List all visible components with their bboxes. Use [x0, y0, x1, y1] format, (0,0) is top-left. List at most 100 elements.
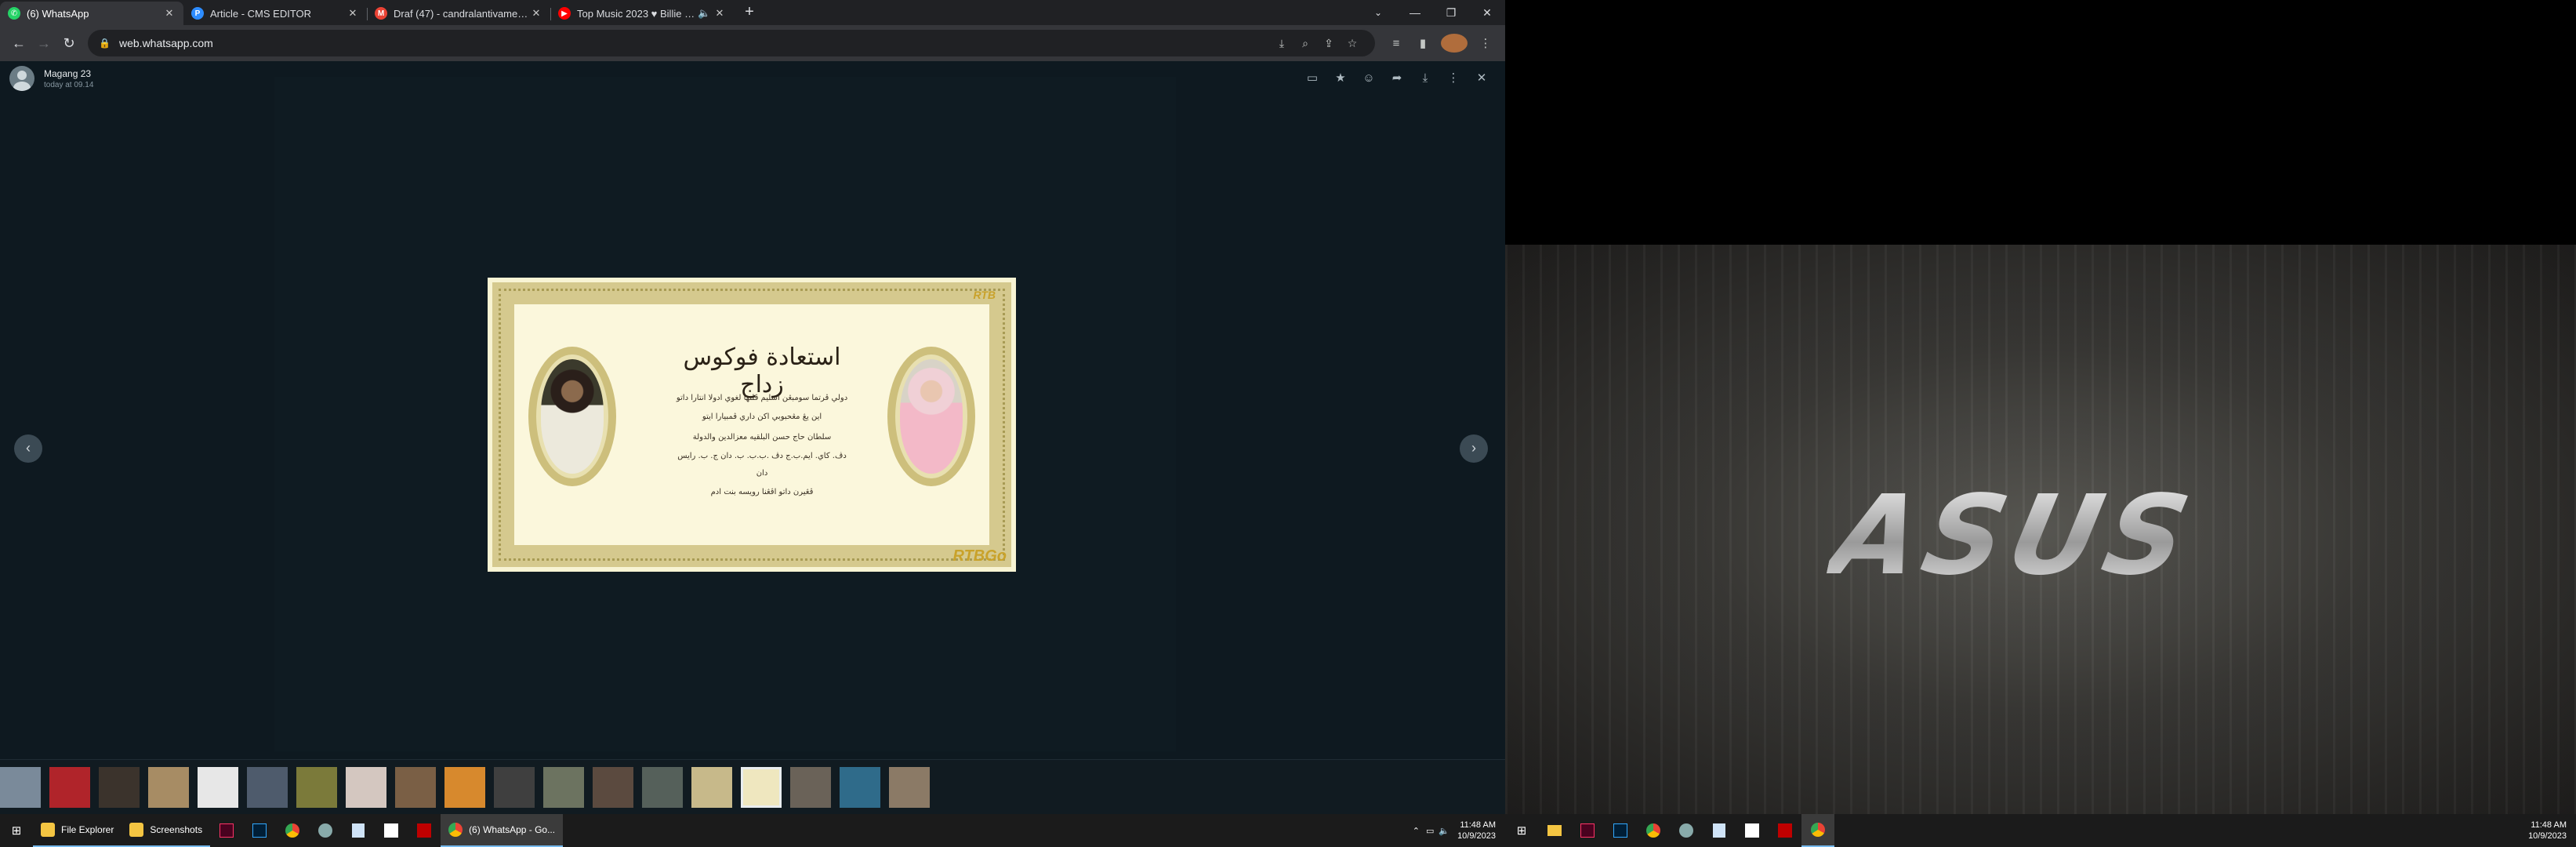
filezilla-icon[interactable] — [1769, 814, 1801, 847]
media-thumbnail[interactable] — [99, 766, 140, 808]
app-icon[interactable] — [309, 814, 342, 847]
tab-youtube[interactable]: ▶ Top Music 2023 ♥ Billie Eilish 🔈 ✕ — [550, 2, 734, 25]
tab-title: (6) WhatsApp — [27, 7, 89, 20]
right-monitor: ASUS ⊞ 11:48 AM 10/9/2023 — [1505, 0, 2576, 847]
chrome-active-icon[interactable] — [1801, 814, 1834, 847]
chrome-icon[interactable] — [276, 814, 309, 847]
address-bar[interactable]: 🔒 web.whatsapp.com ⤓ ⌕ ⇪ ☆ — [88, 30, 1375, 56]
previous-media-button[interactable]: ‹ — [14, 434, 42, 463]
media-thumbnail[interactable] — [247, 766, 288, 808]
media-thumbnail[interactable] — [444, 766, 485, 808]
media-thumbnail[interactable] — [642, 766, 683, 808]
media-thumbnail[interactable] — [198, 766, 238, 808]
indesign-icon[interactable] — [210, 814, 243, 847]
download-icon[interactable]: ⤓ — [1411, 64, 1439, 93]
share-icon[interactable]: ⇪ — [1317, 37, 1341, 50]
acrobat-icon[interactable] — [375, 814, 408, 847]
rtb-watermark-top: RTB — [973, 289, 996, 301]
acrobat-icon[interactable] — [1736, 814, 1769, 847]
announcement-line: دولي ڤرتما سومبڠن اسليم ڤلتها لغوي ادولا… — [676, 394, 848, 402]
reload-icon[interactable]: ↻ — [56, 31, 82, 56]
notepad-icon[interactable] — [342, 814, 375, 847]
tab-title: Top Music 2023 ♥ Billie Eilish — [577, 7, 698, 20]
chrome-icon — [448, 823, 463, 837]
media-thumbnail-current[interactable] — [741, 766, 782, 808]
react-emoji-icon[interactable]: ☺ — [1355, 64, 1383, 93]
filezilla-icon[interactable] — [408, 814, 441, 847]
media-image[interactable]: استعادة فوكوس زداج دولي ڤرتما سومبڠن اسل… — [488, 278, 1016, 572]
tab-cms-editor[interactable]: P Article - CMS EDITOR ✕ — [183, 2, 368, 25]
windows-start-icon[interactable]: ⊞ — [1505, 814, 1538, 847]
media-thumbnail[interactable] — [889, 766, 930, 808]
volume-icon[interactable]: 🔈 — [1439, 826, 1449, 836]
folder-icon[interactable] — [1538, 814, 1571, 847]
forward-icon[interactable]: ➦ — [1383, 64, 1411, 93]
window-controls: — ❐ ✕ — [1397, 0, 1505, 25]
star-icon[interactable]: ★ — [1326, 64, 1355, 93]
indesign-icon[interactable] — [1571, 814, 1604, 847]
announcement-line: اين يڠ مڠحبوبي اكن داري ڤمبيارا ايتو — [702, 413, 822, 421]
windows-start-icon[interactable]: ⊞ — [0, 814, 33, 847]
taskbar-file-explorer[interactable]: File Explorer — [33, 814, 122, 847]
tab-title: Article - CMS EDITOR — [210, 7, 312, 20]
app-icon[interactable] — [1670, 814, 1703, 847]
close-window-icon[interactable]: ✕ — [1469, 0, 1505, 25]
media-thumbnail[interactable] — [395, 766, 436, 808]
back-icon[interactable]: ← — [6, 31, 31, 56]
clock[interactable]: 11:48 AM 10/9/2023 — [1457, 820, 1496, 842]
whatsapp-favicon-icon: ✆ — [8, 7, 20, 20]
photoshop-icon[interactable] — [1604, 814, 1637, 847]
network-icon[interactable]: ▭ — [1426, 826, 1434, 836]
media-thumbnail[interactable] — [543, 766, 584, 808]
menu-kebab-icon[interactable]: ⋮ — [1472, 36, 1499, 50]
next-media-button[interactable]: › — [1460, 434, 1488, 463]
close-viewer-icon[interactable]: ✕ — [1468, 64, 1496, 93]
media-thumbnail[interactable] — [494, 766, 535, 808]
media-thumbnail[interactable] — [148, 766, 189, 808]
more-options-icon[interactable]: ⋮ — [1439, 64, 1468, 93]
media-thumbnail[interactable] — [593, 766, 633, 808]
portrait-groom — [541, 359, 604, 474]
sender-avatar[interactable] — [9, 66, 34, 91]
minimize-icon[interactable]: — — [1397, 0, 1433, 25]
close-tab-icon[interactable]: ✕ — [530, 7, 542, 20]
clock[interactable]: 11:48 AM 10/9/2023 — [2528, 820, 2567, 842]
media-thumbnail[interactable] — [296, 766, 337, 808]
close-tab-icon[interactable]: ✕ — [713, 7, 726, 20]
media-thumbnail[interactable] — [691, 766, 732, 808]
media-thumbnail[interactable] — [49, 766, 90, 808]
bookmark-star-icon[interactable]: ☆ — [1341, 37, 1364, 50]
lock-icon[interactable]: 🔒 — [99, 38, 111, 49]
media-thumbnail[interactable] — [346, 766, 386, 808]
go-to-message-icon[interactable]: ▭ — [1298, 64, 1326, 93]
install-app-icon[interactable]: ⤓ — [1270, 37, 1293, 50]
taskbar-screenshots[interactable]: Screenshots — [122, 814, 211, 847]
taskbar-whatsapp-chrome[interactable]: (6) WhatsApp - Go... — [441, 814, 564, 847]
notepad-icon[interactable] — [1703, 814, 1736, 847]
sender-time: today at 09.14 — [44, 80, 94, 89]
tab-search-icon[interactable]: ⌄ — [1367, 3, 1389, 22]
close-tab-icon[interactable]: ✕ — [163, 7, 176, 20]
close-tab-icon[interactable]: ✕ — [346, 7, 359, 20]
reading-list-icon[interactable]: ≡ — [1383, 37, 1410, 50]
profile-avatar[interactable] — [1441, 34, 1468, 53]
system-tray: 11:48 AM 10/9/2023 — [2528, 820, 2576, 842]
system-tray: ⌃ ▭ 🔈 11:48 AM 10/9/2023 — [1413, 820, 1505, 842]
side-panel-icon[interactable]: ▮ — [1410, 36, 1436, 50]
chevron-up-icon[interactable]: ⌃ — [1413, 826, 1420, 836]
tab-gmail[interactable]: M Draf (47) - candralantivameitika ✕ — [367, 2, 551, 25]
media-thumbnail[interactable] — [840, 766, 880, 808]
taskbar-right: ⊞ 11:48 AM 10/9/2023 — [1505, 814, 2576, 847]
url-text: web.whatsapp.com — [119, 37, 213, 49]
zoom-icon[interactable]: ⌕ — [1293, 37, 1317, 50]
tab-whatsapp[interactable]: ✆ (6) WhatsApp ✕ — [0, 2, 183, 25]
sender-name: Magang 23 — [44, 67, 92, 79]
media-thumbnail[interactable] — [790, 766, 831, 808]
new-tab-button[interactable]: + — [738, 2, 760, 24]
chrome-icon[interactable] — [1637, 814, 1670, 847]
speaker-icon[interactable]: 🔈 — [698, 7, 710, 20]
media-thumbnail[interactable] — [0, 766, 41, 808]
restore-icon[interactable]: ❐ — [1433, 0, 1469, 25]
photoshop-icon[interactable] — [243, 814, 276, 847]
forward-icon[interactable]: → — [31, 31, 56, 56]
